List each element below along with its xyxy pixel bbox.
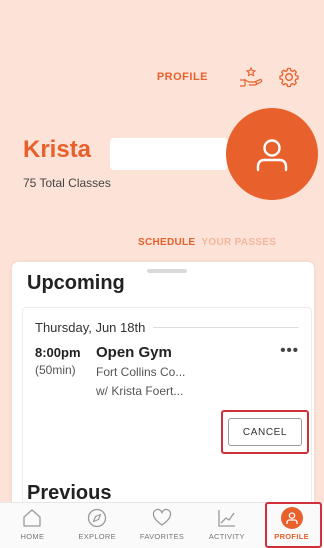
nav-profile[interactable]: PROFILE [259, 503, 324, 548]
nav-home-label: HOME [20, 532, 45, 541]
cancel-button[interactable]: CANCEL [228, 418, 302, 446]
nav-explore-label: EXPLORE [78, 532, 116, 541]
nav-favorites[interactable]: FAVORITES [130, 503, 195, 548]
user-icon [256, 139, 288, 172]
gear-icon[interactable] [276, 66, 302, 88]
tab-your-passes[interactable]: YOUR PASSES [201, 237, 276, 248]
nav-favorites-label: FAVORITES [139, 532, 185, 541]
upcoming-title: Upcoming [27, 272, 125, 294]
cancel-highlight: CANCEL [221, 410, 309, 454]
user-name: Krista [23, 136, 92, 163]
nav-home[interactable]: HOME [0, 503, 65, 548]
compass-icon [88, 508, 107, 528]
more-options-button[interactable]: ••• [280, 342, 299, 359]
redacted-surname [110, 138, 228, 170]
sheet-grabber[interactable] [147, 269, 187, 273]
profile-tab[interactable]: PROFILE [157, 71, 208, 83]
class-duration: (50min) [35, 363, 76, 377]
status-bar [0, 0, 324, 20]
header-actions: PROFILE [157, 66, 302, 88]
chart-icon [218, 510, 235, 527]
class-time: 8:00pm [35, 345, 81, 360]
nav-explore[interactable]: EXPLORE [65, 503, 130, 548]
bottom-nav: HOME EXPLORE FAVORITES ACTIVITY PROFILE [0, 502, 324, 548]
class-date: Thursday, Jun 18th [35, 320, 146, 335]
previous-title: Previous [27, 482, 112, 502]
tab-schedule[interactable]: SCHEDULE [138, 237, 195, 248]
profile-sub-tabs: SCHEDULE YOUR PASSES [138, 237, 276, 248]
date-divider [153, 327, 299, 328]
hand-star-icon[interactable] [238, 66, 264, 88]
total-classes: 75 Total Classes [23, 176, 111, 190]
date-row: Thursday, Jun 18th [35, 320, 299, 335]
class-card[interactable]: Thursday, Jun 18th 8:00pm (50min) Open G… [22, 307, 312, 502]
home-icon [23, 509, 42, 527]
nav-activity-label: ACTIVITY [208, 532, 245, 541]
schedule-sheet: Upcoming Thursday, Jun 18th 8:00pm (50mi… [12, 262, 314, 502]
avatar[interactable] [226, 108, 318, 200]
class-instructor: w/ Krista Foert... [96, 384, 184, 398]
profile-icon [280, 507, 303, 529]
class-location: Fort Collins Co... [96, 365, 186, 379]
class-name[interactable]: Open Gym [96, 344, 172, 361]
nav-profile-label: PROFILE [274, 532, 309, 541]
heart-icon [152, 508, 172, 526]
nav-activity[interactable]: ACTIVITY [194, 503, 259, 548]
